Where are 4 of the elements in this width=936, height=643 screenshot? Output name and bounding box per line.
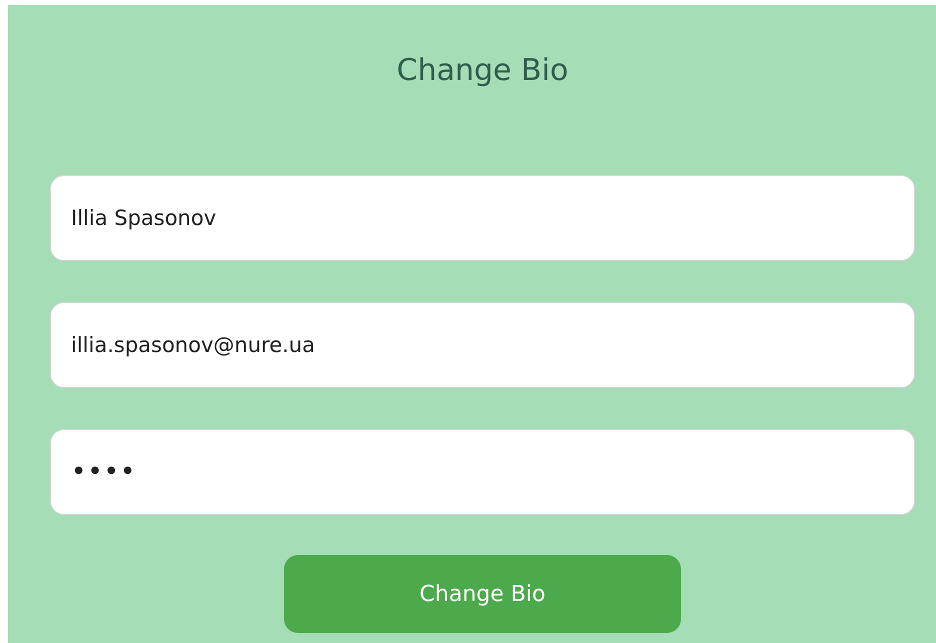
email-field[interactable]: illia.spasonov@nure.ua [50, 302, 915, 388]
password-field[interactable]: •••• [50, 429, 915, 515]
name-field[interactable]: Illia Spasonov [50, 175, 915, 261]
form-title: Change Bio [396, 52, 568, 90]
